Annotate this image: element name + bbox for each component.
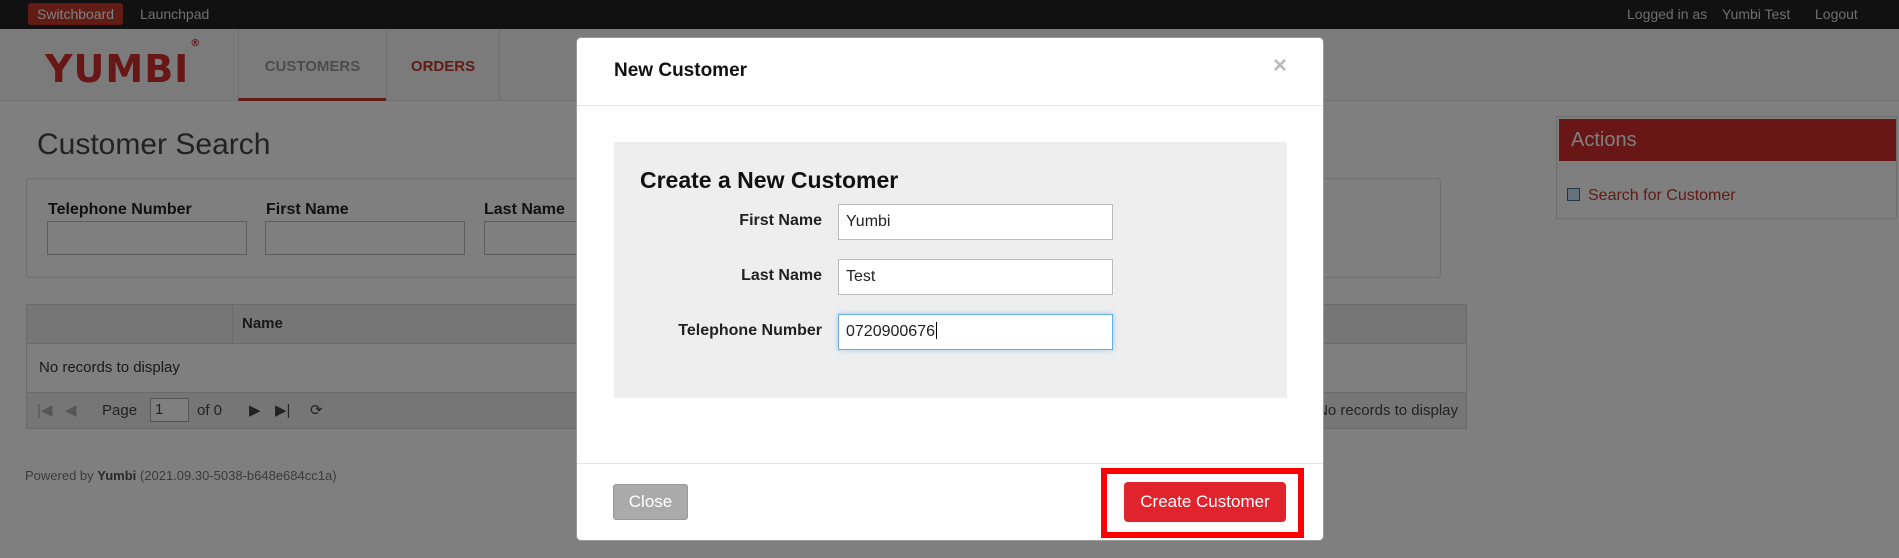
telephone-field-value: 0720900676	[846, 323, 935, 340]
last-name-field-label: Last Name	[741, 267, 822, 284]
close-icon[interactable]: ×	[1273, 52, 1287, 80]
form-heading: Create a New Customer	[640, 167, 899, 193]
modal-footer: Close Create Customer	[577, 463, 1323, 541]
close-button[interactable]: Close	[613, 484, 688, 520]
modal-title: New Customer	[614, 60, 748, 81]
create-customer-button[interactable]: Create Customer	[1124, 482, 1286, 522]
new-customer-modal: New Customer × Create a New Customer Fir…	[576, 37, 1324, 541]
first-name-field-label: First Name	[739, 212, 822, 229]
last-name-field[interactable]: Test	[838, 259, 1113, 295]
telephone-field-label: Telephone Number	[678, 322, 822, 339]
telephone-field[interactable]: 0720900676	[838, 314, 1113, 350]
first-name-field[interactable]: Yumbi	[838, 204, 1113, 240]
modal-header: New Customer ×	[577, 38, 1323, 106]
create-customer-form: Create a New Customer First Name Yumbi L…	[614, 142, 1287, 398]
text-cursor	[935, 322, 937, 339]
